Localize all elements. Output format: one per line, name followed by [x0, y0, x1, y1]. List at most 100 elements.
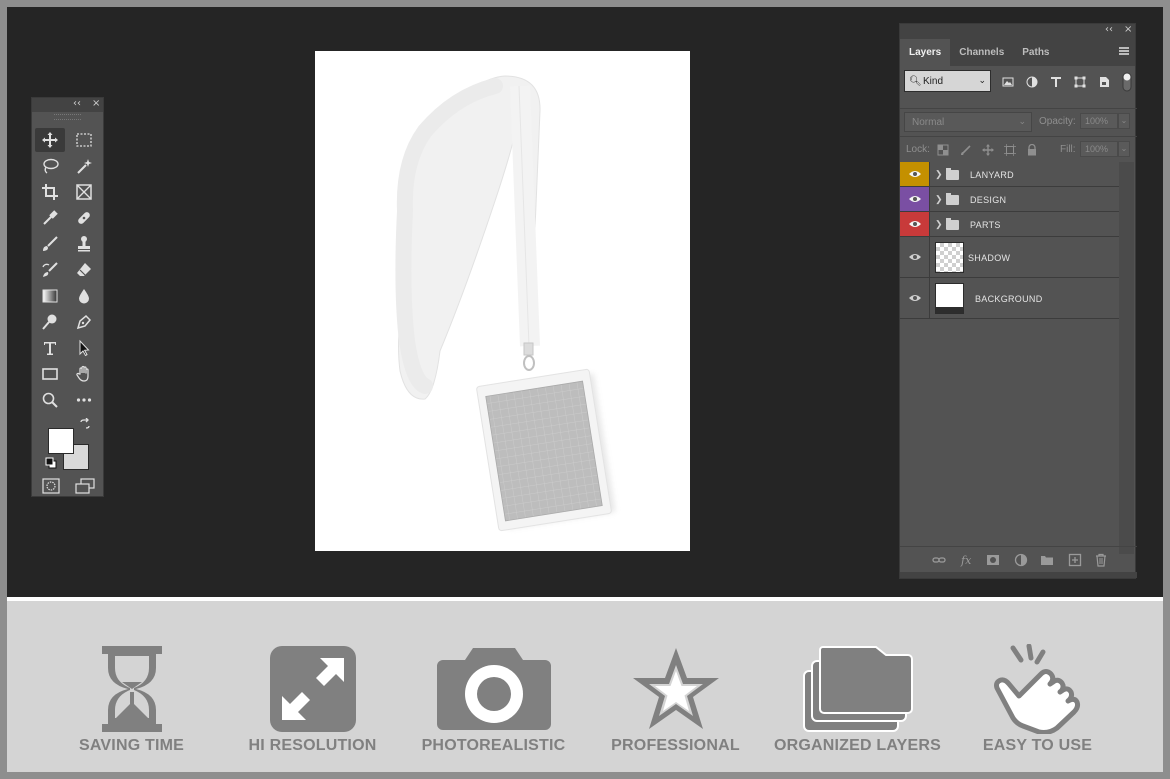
eye-icon [908, 196, 921, 202]
filter-toggle-icon[interactable] [1122, 72, 1132, 92]
visibility-toggle[interactable] [900, 212, 930, 236]
document-canvas[interactable] [315, 51, 690, 551]
new-layer-icon[interactable] [1068, 553, 1082, 567]
panel-resize-handle[interactable] [900, 572, 1137, 578]
layer-group-lanyard[interactable]: ❯ LANYARD [900, 162, 1119, 187]
star-icon [632, 648, 719, 729]
link-icon[interactable] [932, 553, 946, 567]
lanyard-mockup-image [395, 75, 616, 532]
chevron-right-icon[interactable]: ❯ [935, 219, 943, 230]
filter-kind-dropdown[interactable]: 🔍︎ Kind ⌄ [904, 70, 991, 92]
lock-pixels-icon[interactable] [960, 144, 972, 156]
screen-mode-icon[interactable] [75, 478, 95, 494]
panel-tabs: Layers Channels Paths [900, 38, 1135, 66]
hand-tool[interactable] [69, 362, 99, 386]
lock-artboard-icon[interactable] [1004, 144, 1016, 156]
panel-grip[interactable] [54, 114, 81, 120]
layer-background[interactable]: BACKGROUND [900, 278, 1119, 319]
layers-panel: ‹‹ × Layers Channels Paths 🔍︎ Kind ⌄ Nor… [899, 23, 1137, 579]
visibility-toggle[interactable] [900, 278, 930, 318]
rectangle-icon [42, 368, 58, 380]
lasso-tool[interactable] [35, 154, 65, 178]
opacity-field[interactable]: 100% [1080, 113, 1118, 129]
chevron-right-icon[interactable]: ❯ [935, 169, 943, 180]
collapse-panel-button[interactable]: ‹‹ [1105, 24, 1113, 35]
visibility-toggle[interactable] [900, 187, 930, 211]
layer-group-design[interactable]: ❯ DESIGN [900, 187, 1119, 212]
blend-mode-dropdown[interactable]: Normal ⌄ [904, 112, 1032, 132]
pen-tool[interactable] [69, 310, 99, 334]
chevron-down-icon: ⌄ [1018, 116, 1026, 126]
brush-tool[interactable] [35, 232, 65, 256]
frame-tool[interactable] [69, 180, 99, 204]
layer-shadow[interactable]: SHADOW [900, 237, 1119, 278]
close-panel-button[interactable]: × [1124, 24, 1132, 35]
filter-smart-object-icon[interactable] [1098, 76, 1110, 88]
feature-label: PROFESSIONAL [611, 737, 740, 754]
type-tool[interactable] [35, 336, 65, 360]
foreground-color-swatch[interactable] [48, 428, 74, 454]
feature-professional: PROFESSIONAL [583, 639, 768, 764]
visibility-toggle[interactable] [900, 237, 930, 277]
history-brush-tool[interactable] [35, 258, 65, 282]
zoom-icon [42, 392, 58, 408]
layers-panel-footer: fx [900, 546, 1137, 572]
lock-all-icon[interactable] [1026, 144, 1038, 156]
tools-panel-titlebar[interactable]: ‹‹ × [32, 98, 103, 112]
feature-saving-time: SAVING TIME [39, 639, 224, 764]
zoom-tool[interactable] [35, 388, 65, 412]
healing-tool[interactable] [69, 206, 99, 230]
fill-dropdown-button[interactable]: ⌄ [1118, 141, 1130, 157]
magic-wand-tool[interactable] [69, 154, 99, 178]
rectangle-tool[interactable] [35, 362, 65, 386]
layer-thumbnail [935, 283, 964, 314]
opacity-dropdown-button[interactable]: ⌄ [1118, 113, 1130, 129]
path-selection-tool[interactable] [69, 336, 99, 360]
fx-icon[interactable]: fx [960, 553, 974, 567]
magic-wand-icon [77, 159, 92, 174]
trash-icon[interactable] [1094, 553, 1108, 567]
new-group-icon[interactable] [1040, 553, 1054, 567]
swap-colors-icon[interactable] [79, 418, 91, 430]
adjustment-layer-icon[interactable] [1014, 553, 1028, 567]
filter-row: 🔍︎ Kind ⌄ [900, 66, 1137, 96]
filter-type-icon[interactable] [1050, 76, 1062, 88]
layers-panel-titlebar[interactable]: ‹‹ × [900, 24, 1135, 38]
collapse-panel-button[interactable]: ‹‹ [73, 98, 81, 109]
filter-shape-icon[interactable] [1074, 76, 1086, 88]
lock-position-icon[interactable] [982, 144, 994, 156]
default-colors-icon[interactable] [45, 457, 57, 469]
tab-paths[interactable]: Paths [1013, 39, 1058, 66]
panel-menu-icon[interactable] [1119, 47, 1129, 55]
history-brush-icon [42, 262, 58, 277]
gradient-tool[interactable] [35, 284, 65, 308]
lock-transparent-icon[interactable] [937, 144, 949, 156]
eraser-tool[interactable] [69, 258, 99, 282]
fill-field[interactable]: 100% [1080, 141, 1118, 157]
filter-pixel-icon[interactable] [1002, 76, 1014, 88]
tab-layers[interactable]: Layers [900, 39, 951, 66]
chevron-right-icon[interactable]: ❯ [935, 194, 943, 205]
crop-tool[interactable] [35, 180, 65, 204]
feature-photorealistic: PHOTOREALISTIC [401, 639, 586, 764]
more-tools[interactable] [69, 388, 99, 412]
close-panel-button[interactable]: × [92, 98, 100, 109]
layer-group-parts[interactable]: ❯ PARTS [900, 212, 1119, 237]
eye-icon [908, 171, 921, 177]
eyedropper-tool[interactable] [35, 206, 65, 230]
mask-icon[interactable] [986, 553, 1000, 567]
visibility-toggle[interactable] [900, 162, 930, 186]
svg-text:fx: fx [960, 554, 972, 567]
stamp-tool[interactable] [69, 232, 99, 256]
tab-channels[interactable]: Channels [950, 39, 1013, 66]
quick-mask-icon[interactable] [42, 478, 60, 494]
dodge-tool[interactable] [35, 310, 65, 334]
blend-mode-value: Normal [912, 117, 945, 128]
hourglass-icon [101, 646, 162, 732]
folder-icon [946, 218, 959, 230]
marquee-tool[interactable] [69, 128, 99, 152]
move-tool[interactable] [35, 128, 65, 152]
filter-adjustment-icon[interactable] [1026, 76, 1038, 88]
blur-tool[interactable] [69, 284, 99, 308]
layers-scrollbar[interactable] [1119, 162, 1134, 554]
